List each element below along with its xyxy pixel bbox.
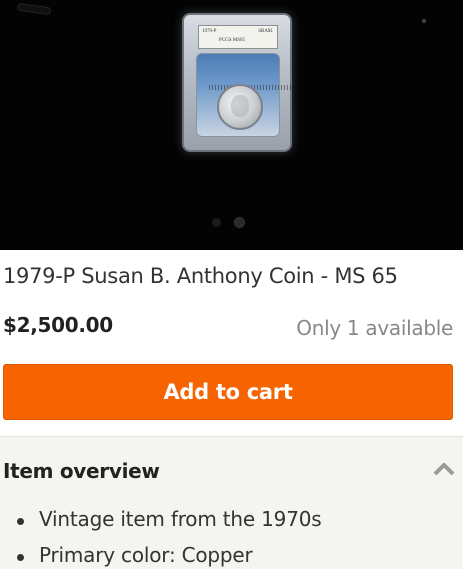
- image-artifact: [17, 3, 51, 15]
- item-overview-heading: Item overview: [3, 459, 160, 483]
- item-overview-panel: Item overview Vintage item from the 1970…: [0, 436, 463, 569]
- slab-window: [196, 53, 293, 137]
- image-artifact: [422, 19, 426, 23]
- availability-text: Only 1 available: [296, 316, 453, 340]
- add-to-cart-button[interactable]: Add to cart: [3, 364, 453, 420]
- slab-grade: SBA$1: [258, 29, 273, 34]
- gallery-pagination: [212, 218, 244, 227]
- list-item: Primary color: Copper: [17, 541, 321, 569]
- slab-grader: PCGS MS65: [219, 38, 245, 43]
- coin-image: [217, 84, 263, 130]
- coin-slab-photo: 1979-P SBA$1 PCGS MS65: [182, 13, 293, 152]
- listing-price: $2,500.00: [3, 313, 113, 337]
- listing-title: 1979-P Susan B. Anthony Coin - MS 65: [3, 264, 398, 288]
- list-item: Vintage item from the 1970s: [17, 505, 322, 541]
- gallery-dot-active[interactable]: [235, 218, 244, 227]
- product-image-gallery[interactable]: 1979-P SBA$1 PCGS MS65: [0, 0, 463, 250]
- slab-year: 1979-P: [202, 29, 217, 34]
- slab-label: 1979-P SBA$1 PCGS MS65: [198, 25, 278, 49]
- chevron-up-icon[interactable]: [433, 462, 455, 476]
- overview-list: Vintage item from the 1970s Primary colo…: [17, 505, 322, 569]
- gallery-dot[interactable]: [212, 218, 221, 227]
